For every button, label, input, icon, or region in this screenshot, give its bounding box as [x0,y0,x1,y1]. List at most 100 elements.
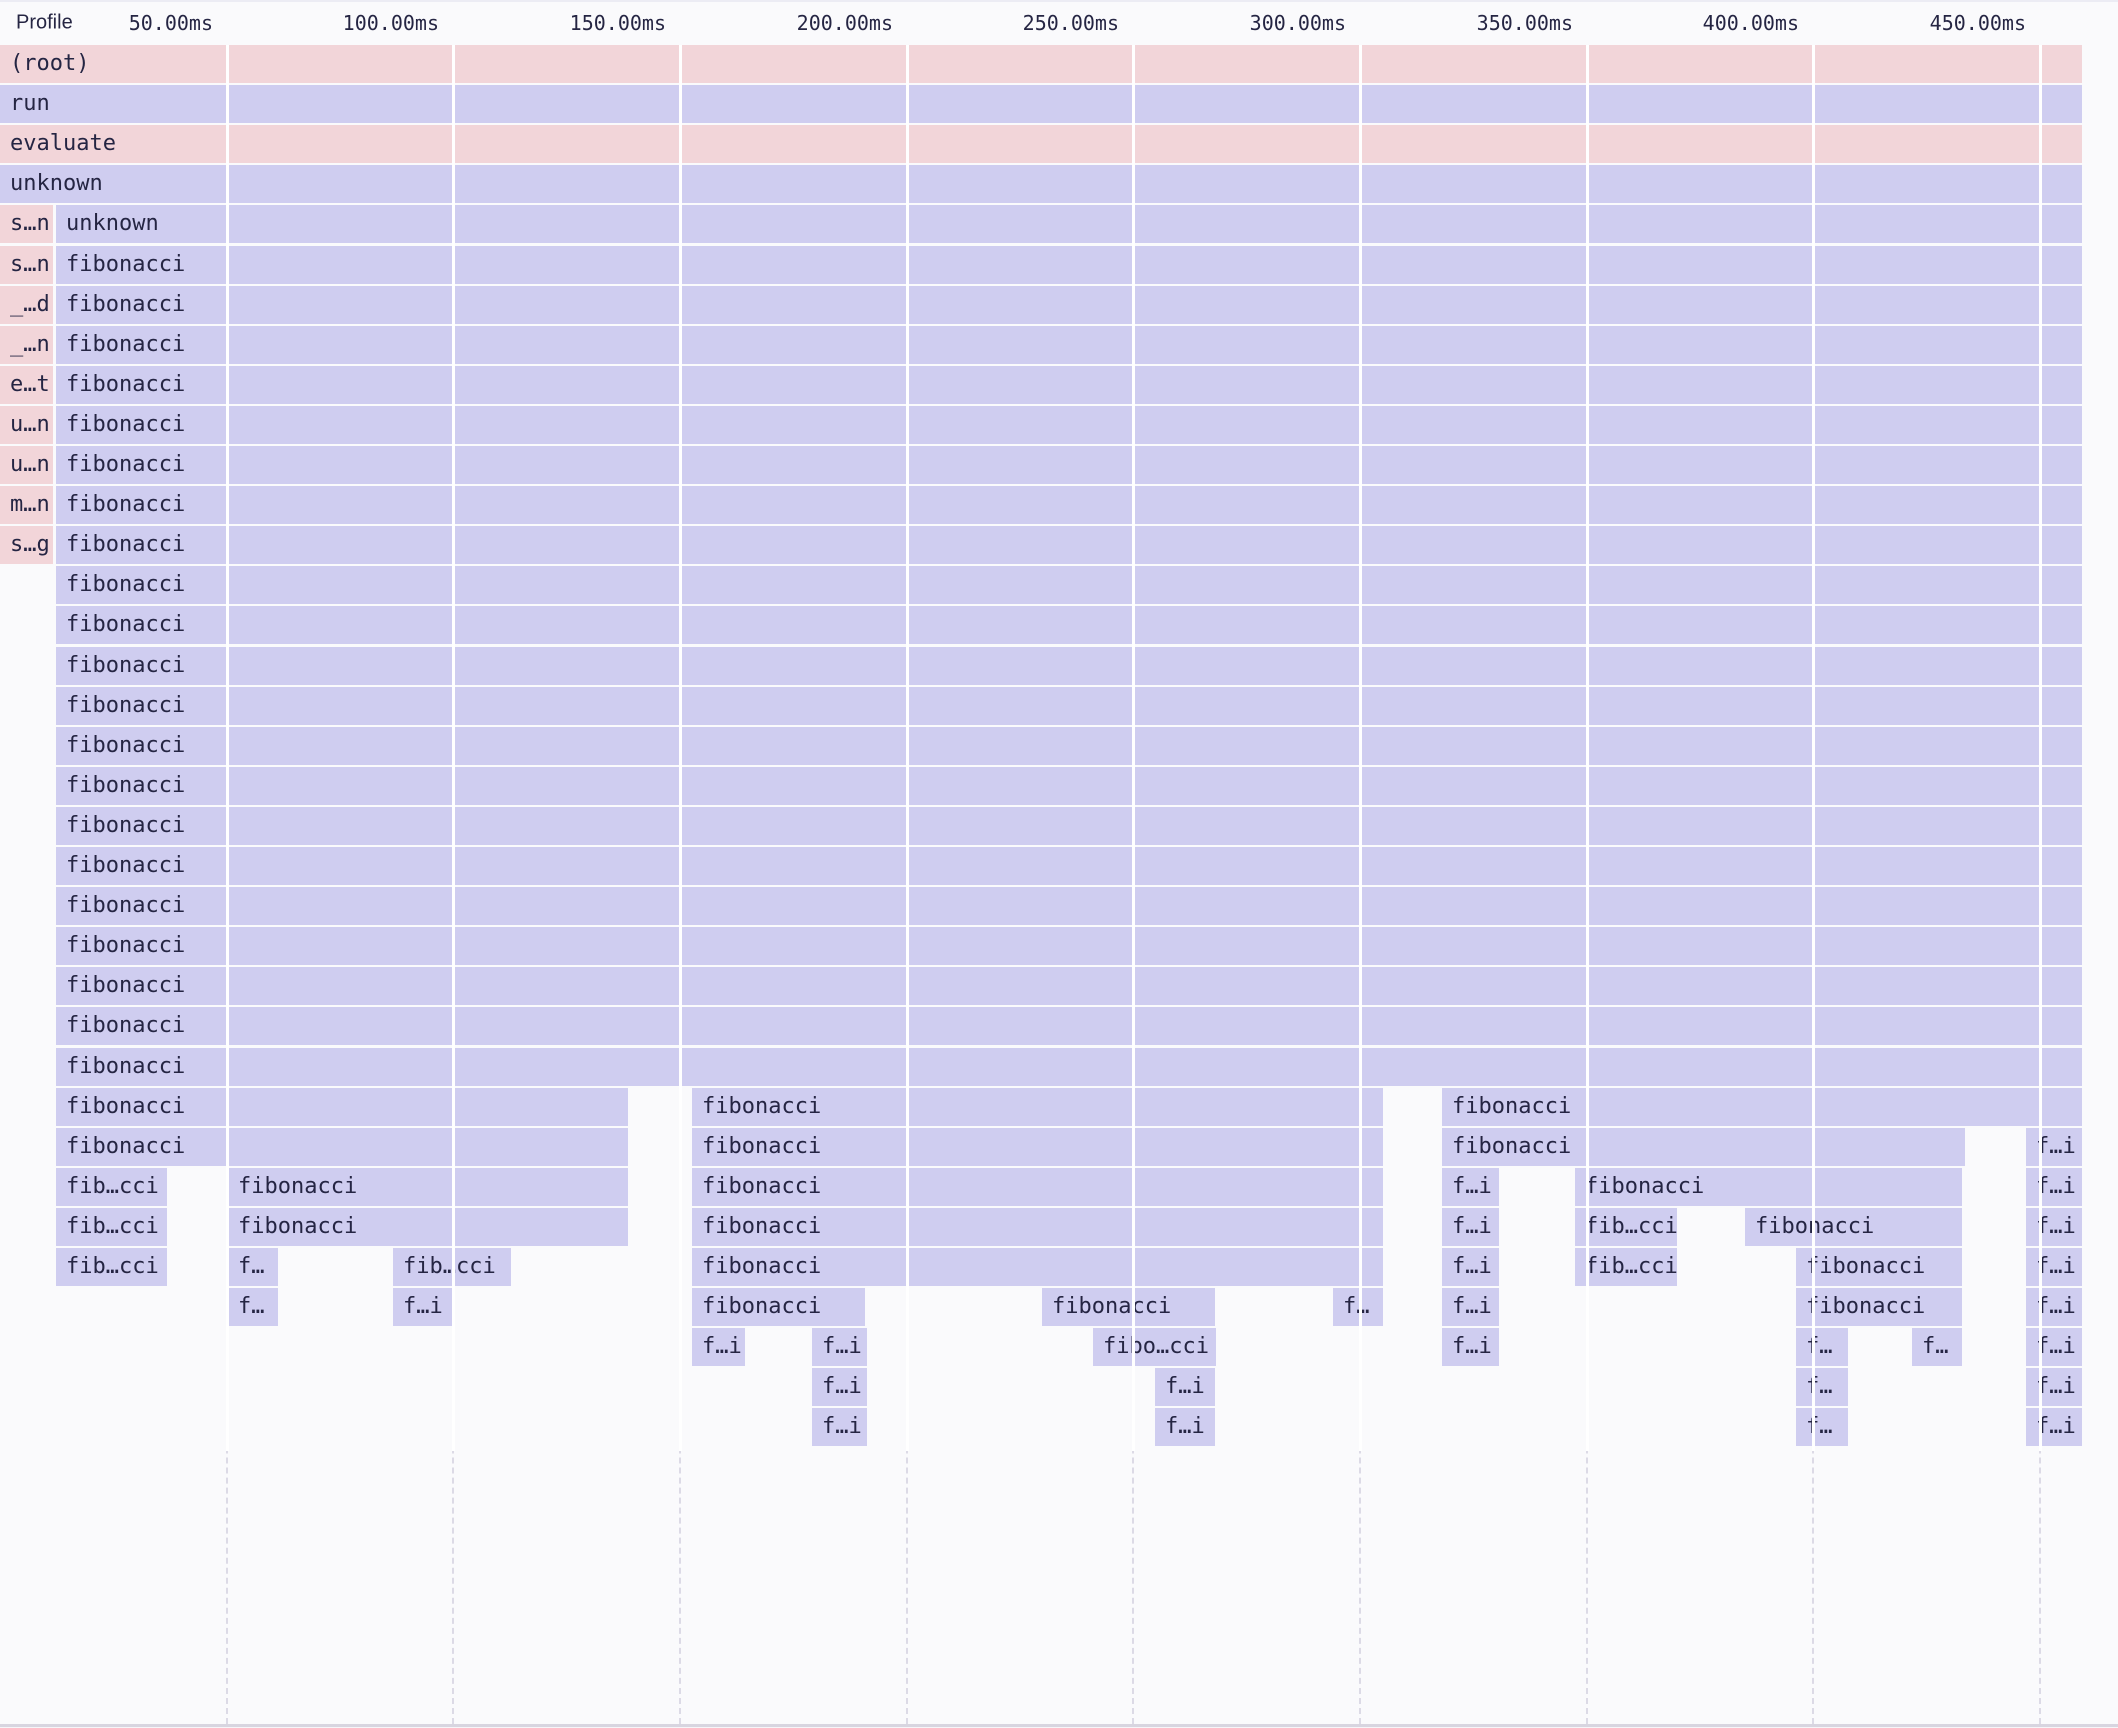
flame-bar[interactable]: fibonacci [56,767,2082,805]
flame-bar[interactable]: fibonacci [56,887,2082,925]
flame-bar[interactable]: fibonacci [56,486,2082,524]
flame-bar[interactable]: fibonacci [692,1208,1383,1246]
flame-bar[interactable]: f…i [1442,1168,1499,1206]
flame-bar[interactable]: s…g [0,526,53,564]
flame-bar[interactable]: fib…cci [56,1208,167,1246]
flame-bar[interactable]: fibonacci [228,1168,628,1206]
flame-bar[interactable]: fibonacci [56,967,2082,1005]
flame-bar[interactable]: f… [1796,1408,1848,1446]
flame-bar[interactable]: unknown [56,205,2082,243]
flame-bar[interactable]: u…n [0,406,53,444]
flame-bar[interactable]: f… [228,1288,278,1326]
flame-bar[interactable]: evaluate [0,125,2082,163]
flame-bar[interactable]: fibonacci [56,286,2082,324]
flame-row: fib…ccif…fib…ccifibonaccif…ifib…ccifibon… [0,1248,2118,1286]
flame-bar[interactable]: fibo…cci [1093,1328,1216,1366]
flame-bar[interactable]: f…i [2026,1128,2082,1166]
flame-row: fibonacci [0,606,2118,644]
flame-bar[interactable]: f…i [2026,1288,2082,1326]
flame-bar[interactable]: fibonacci [1745,1208,1962,1246]
flame-row: fibonacci [0,1007,2118,1045]
flame-bar[interactable]: fib…cci [1575,1208,1677,1246]
flame-bar[interactable]: fib…cci [56,1168,167,1206]
flame-bar[interactable]: fibonacci [56,606,2082,644]
flame-bar[interactable]: s…n [0,205,53,243]
gridline-slit [452,45,455,1451]
flame-bar[interactable]: fibonacci [56,727,2082,765]
flame-bar[interactable]: fibonacci [56,366,2082,404]
flame-bar[interactable]: f…i [2026,1408,2082,1446]
flame-bar[interactable]: f…i [1155,1368,1215,1406]
flame-bar[interactable]: f…i [393,1288,453,1326]
flame-bar[interactable]: fibonacci [56,246,2082,284]
flame-bar[interactable]: fibonacci [692,1088,1383,1126]
flame-bar[interactable]: fibonacci [56,1048,2082,1086]
flame-bar[interactable]: fibonacci [56,446,2082,484]
flame-bar[interactable]: fibonacci [56,687,2082,725]
flame-bar[interactable]: fibonacci [228,1208,628,1246]
flame-row: fibonacci [0,647,2118,685]
flame-bar[interactable]: fib…cci [1575,1248,1677,1286]
flame-bar[interactable]: m…n [0,486,53,524]
flame-bar[interactable]: f…i [1442,1248,1499,1286]
flame-bar[interactable]: f…i [692,1328,745,1366]
flame-row: fibonacci [0,767,2118,805]
flame-bar[interactable]: f…i [1442,1328,1499,1366]
flame-bar[interactable]: f…i [812,1408,867,1446]
flame-bar[interactable]: fibonacci [56,526,2082,564]
flame-bar[interactable]: f… [1796,1328,1848,1366]
flame-bar[interactable]: fibonacci [692,1168,1383,1206]
flame-bar[interactable]: _…n [0,326,53,364]
flame-bar[interactable]: fibonacci [692,1248,1383,1286]
flame-bar[interactable]: fibonacci [56,1128,628,1166]
flame-bar[interactable]: f…i [1442,1288,1499,1326]
flame-bar[interactable]: f…i [812,1328,867,1366]
flame-bar[interactable]: fibonacci [56,1007,2082,1045]
flame-bar[interactable]: fibonacci [56,406,2082,444]
flame-bar[interactable]: f…i [2026,1368,2082,1406]
flame-bar[interactable]: fib…cci [56,1248,167,1286]
flame-bar[interactable]: f…i [2026,1168,2082,1206]
flame-bar[interactable]: fibonacci [1442,1128,1965,1166]
flame-bar[interactable]: f… [1796,1368,1848,1406]
flame-bar[interactable]: fibonacci [692,1128,1383,1166]
flame-bar[interactable]: f…i [1442,1208,1499,1246]
flame-bar[interactable]: _…d [0,286,53,324]
flame-bar[interactable]: fibonacci [56,326,2082,364]
flame-bar[interactable]: unknown [0,165,2082,203]
flame-bar[interactable]: f…i [2026,1248,2082,1286]
flame-bar[interactable]: fibonacci [56,927,2082,965]
flame-row: unknown [0,165,2118,203]
flame-bar[interactable]: run [0,85,2082,123]
flame-bar[interactable]: fibonacci [56,847,2082,885]
flame-bar[interactable]: fibonacci [1042,1288,1215,1326]
flame-bar[interactable]: fibonacci [692,1288,865,1326]
flame-bar[interactable]: (root) [0,45,2082,83]
flame-row: fibonacci [0,927,2118,965]
gridline-slit [906,45,909,1451]
time-ruler: Profile 50.00ms100.00ms150.00ms200.00ms2… [0,2,2118,45]
flame-bar[interactable]: f…i [1155,1408,1215,1446]
flame-row: u…nfibonacci [0,446,2118,484]
flame-bar[interactable]: fibonacci [1575,1168,1962,1206]
flame-bar[interactable]: u…n [0,446,53,484]
flame-bar[interactable]: f… [1912,1328,1962,1366]
flame-bar[interactable]: f…i [2026,1328,2082,1366]
flame-bar[interactable]: e…t [0,366,53,404]
flame-bar[interactable]: fibonacci [1796,1248,1962,1286]
flame-bar[interactable]: s…n [0,246,53,284]
flame-bar[interactable]: fibonacci [1442,1088,2082,1126]
flame-bar[interactable]: fibonacci [56,647,2082,685]
flame-bar[interactable]: f…i [812,1368,867,1406]
flame-bar[interactable]: f…i [2026,1208,2082,1246]
gridline-slit [1586,45,1589,1451]
flame-bar[interactable]: fibonacci [56,1088,628,1126]
flame-bar[interactable]: f… [1333,1288,1383,1326]
flame-bar[interactable]: fibonacci [1796,1288,1962,1326]
flame-row: fib…cci fibonacci fibonacci f…i fibonacci f…i [0,1168,2118,1206]
flame-row: fibonacci [0,847,2118,885]
flame-bar[interactable]: fibonacci [56,566,2082,604]
flame-row: s…nunknown [0,205,2118,243]
flame-bar[interactable]: f… [228,1248,278,1286]
flame-bar[interactable]: fibonacci [56,807,2082,845]
